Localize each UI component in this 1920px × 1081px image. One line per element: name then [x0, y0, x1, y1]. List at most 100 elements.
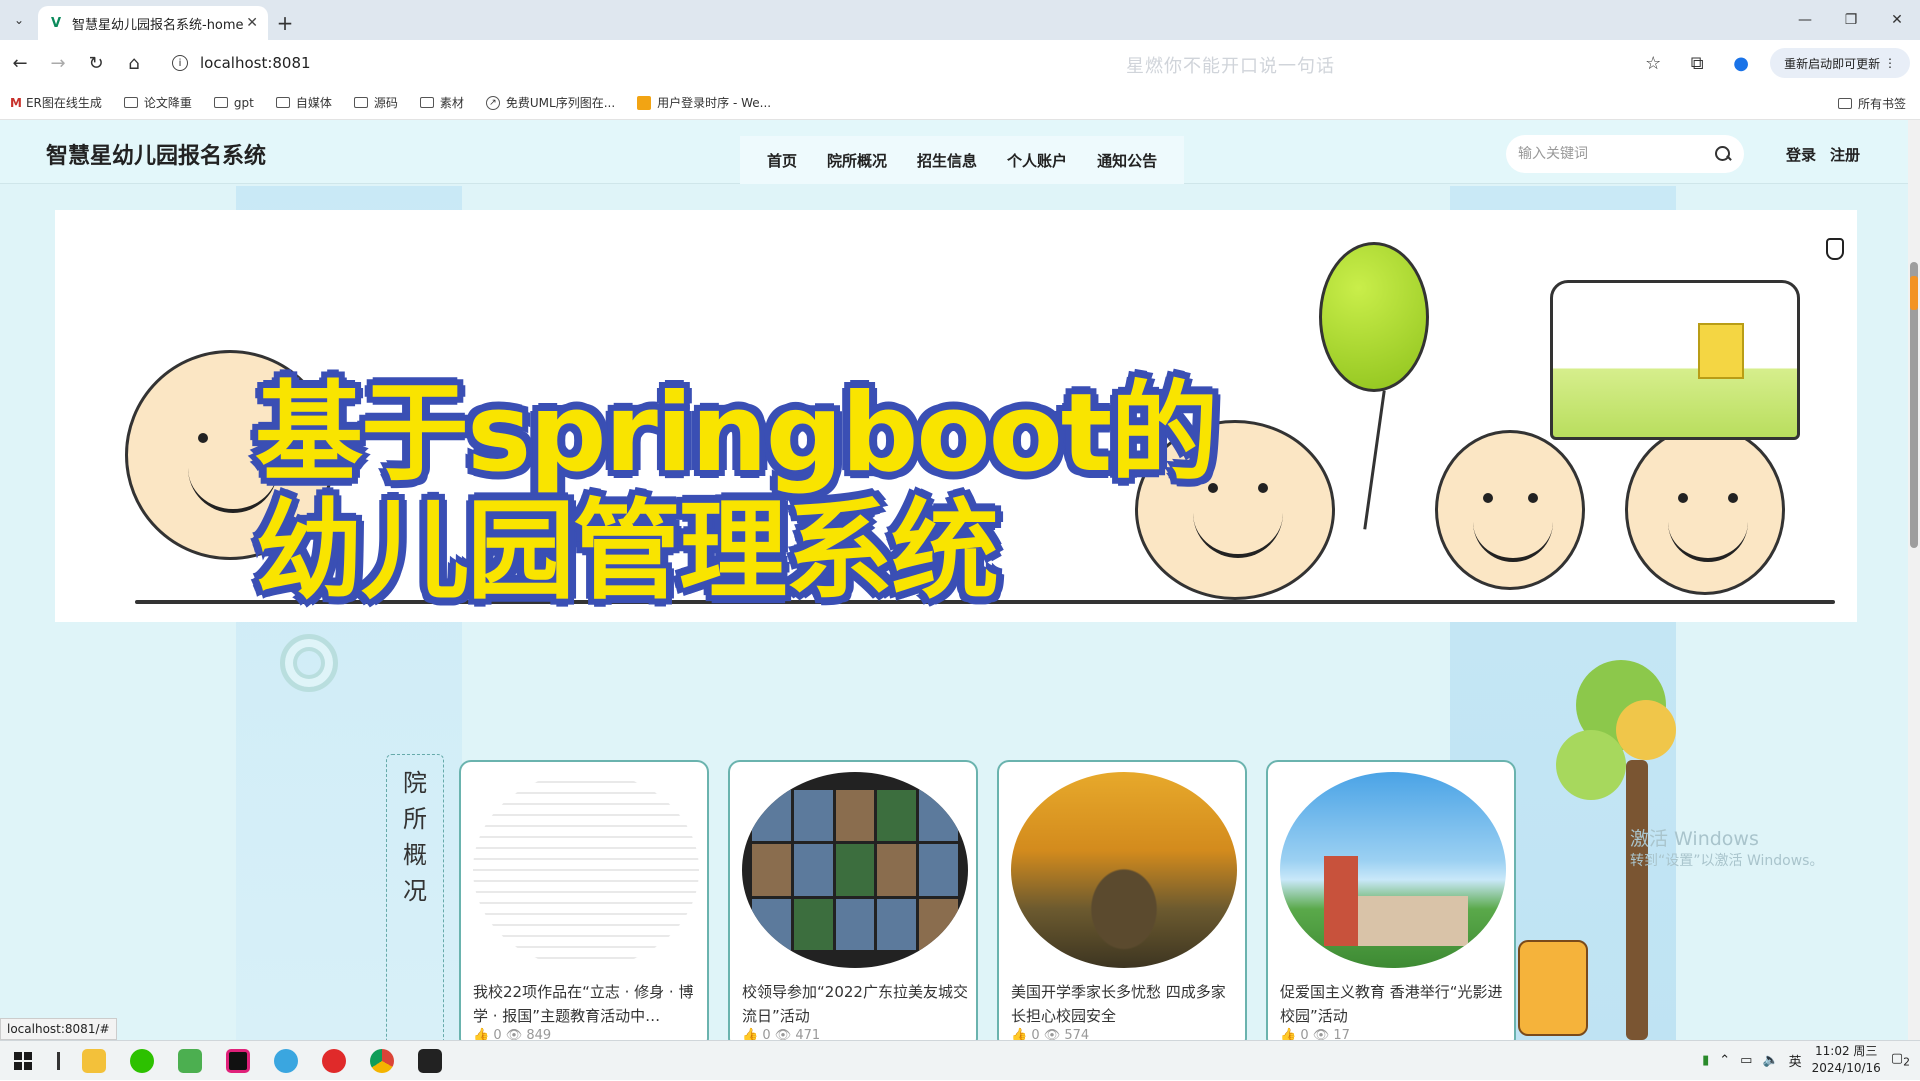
bookmark-label: 源码: [373, 96, 398, 110]
card-stats: 👍 0 👁 849: [473, 1028, 552, 1040]
bookmark-label: gpt: [233, 95, 254, 110]
taskbar-clock[interactable]: 11:02 周三 2024/10/16: [1812, 1043, 1881, 1077]
extensions-icon[interactable]: ⧉: [1682, 48, 1712, 78]
bookmark-folder[interactable]: 源码: [353, 94, 398, 111]
news-card[interactable]: 美国开学季家长多忧愁 四成多家长担心校园安全 👍 0 👁 574: [997, 760, 1247, 1040]
all-bookmarks-label: 所有书签: [1857, 96, 1906, 111]
bookmark-folder[interactable]: 素材: [419, 94, 464, 111]
reload-icon[interactable]: ↻: [78, 45, 114, 81]
activate-windows-title: 激活 Windows: [1630, 828, 1759, 850]
back-arrow-icon[interactable]: ←: [2, 45, 38, 81]
card-stats: 👍 0 👁 17: [1280, 1028, 1350, 1040]
minimize-icon[interactable]: —: [1782, 0, 1828, 40]
ime-indicator[interactable]: 英: [1789, 1051, 1802, 1070]
close-window-icon[interactable]: ✕: [1874, 0, 1920, 40]
register-link[interactable]: 注册: [1830, 144, 1860, 165]
intellij-icon[interactable]: [214, 1041, 262, 1081]
page-scrollbar[interactable]: [1908, 120, 1920, 1040]
banner-title-line1: 基于springboot的: [255, 371, 1218, 496]
clock-decoration: [1518, 940, 1588, 1036]
window-controls: — ❐ ✕: [1782, 0, 1920, 40]
file-explorer-icon[interactable]: [70, 1041, 118, 1081]
hero-banner[interactable]: 基于springboot的 幼儿园管理系统: [55, 210, 1857, 622]
windows-logo-icon: [14, 1051, 32, 1070]
hand-cursor-icon: [1826, 238, 1844, 260]
home-icon[interactable]: ⌂: [116, 45, 152, 81]
browser-tab-bar: ⌄ V 智慧星幼儿园报名系统-home ✕ +: [0, 0, 1920, 40]
bookmark-item[interactable]: 用户登录时序 - We...: [637, 94, 771, 111]
search-input[interactable]: [1518, 146, 1714, 162]
bookmark-label: 自媒体: [295, 96, 332, 110]
relaunch-update-button[interactable]: 重新启动即可更新 ⋮: [1770, 48, 1910, 78]
site-logo[interactable]: 智慧星幼儿园报名系统: [46, 138, 266, 170]
site-info-icon[interactable]: i: [172, 55, 188, 71]
browser-tab[interactable]: V 智慧星幼儿园报名系统-home ✕: [38, 6, 268, 40]
search-icon[interactable]: [1714, 145, 1732, 163]
bookmark-label: 免费UML序列图在...: [505, 96, 616, 110]
profile-avatar-icon[interactable]: ●: [1726, 48, 1756, 78]
news-card[interactable]: 促爱国主义教育 香港举行“光影进校园”活动 👍 0 👁 17: [1266, 760, 1516, 1040]
folder-icon: [1837, 97, 1852, 109]
volume-icon[interactable]: 🔈: [1762, 1053, 1778, 1068]
bookmark-folder[interactable]: 论文降重: [123, 94, 192, 111]
nav-home[interactable]: 首页: [752, 150, 812, 171]
banner-title-line2: 幼儿园管理系统: [255, 489, 999, 614]
section-label-char: 院: [403, 769, 427, 797]
card-title: 美国开学季家长多忧愁 四成多家长担心校园安全: [1011, 983, 1226, 1025]
tab-title: 智慧星幼儿园报名系统-home: [72, 17, 244, 33]
close-tab-icon[interactable]: ✕: [246, 15, 258, 31]
bookmark-item[interactable]: M ER图在线生成: [10, 94, 102, 111]
battery-icon[interactable]: ▮: [1702, 1053, 1709, 1068]
login-link[interactable]: 登录: [1786, 144, 1816, 165]
restore-icon[interactable]: ❐: [1828, 0, 1874, 40]
bookmarks-bar: M ER图在线生成 论文降重 gpt 自媒体 源码 素材 ↗ 免费UML序列图在..…: [0, 86, 1920, 120]
network-icon[interactable]: ▭: [1740, 1053, 1752, 1068]
scrollbar-highlight: [1910, 276, 1918, 310]
wechat-icon[interactable]: [118, 1041, 166, 1081]
chevron-up-icon[interactable]: ⌃: [1719, 1053, 1730, 1068]
vue-favicon-icon: V: [50, 15, 62, 31]
document-image: [473, 772, 699, 968]
url-field[interactable]: i localhost:8081: [160, 46, 1220, 80]
notification-icon[interactable]: ▢2: [1891, 1051, 1910, 1069]
card-stats: 👍 0 👁 574: [1011, 1028, 1090, 1040]
nav-notices[interactable]: 通知公告: [1082, 150, 1172, 171]
status-bar-url: localhost:8081/#: [0, 1018, 117, 1040]
chrome-icon[interactable]: [358, 1041, 406, 1081]
auth-links: 登录 注册: [1786, 144, 1860, 165]
bookmark-item[interactable]: ↗ 免费UML序列图在...: [485, 94, 616, 111]
terminal-icon[interactable]: [406, 1041, 454, 1081]
forward-arrow-icon[interactable]: →: [40, 45, 76, 81]
cartoon-kid-girl: [1435, 430, 1585, 590]
site-viewport: 智慧星幼儿园报名系统 首页 院所概况 招生信息 个人账户 通知公告 登录 注册: [0, 120, 1920, 1040]
bookmark-label: 用户登录时序 - We...: [657, 96, 772, 110]
task-view-icon[interactable]: [46, 1041, 70, 1081]
nav-account[interactable]: 个人账户: [992, 150, 1082, 171]
all-bookmarks-button[interactable]: 所有书签: [1837, 86, 1906, 120]
news-card[interactable]: 校领导参加“2022广东拉美友城交流日”活动 👍 0 👁 471: [728, 760, 978, 1040]
site-search: [1506, 135, 1744, 173]
edge-icon[interactable]: [262, 1041, 310, 1081]
bookmark-app-icon: [637, 95, 652, 110]
notepad-icon[interactable]: [166, 1041, 214, 1081]
netease-music-icon[interactable]: [310, 1041, 358, 1081]
nav-overview[interactable]: 院所概况: [812, 150, 902, 171]
balloon-illustration: [1319, 242, 1429, 392]
bookmark-label: ER图在线生成: [25, 96, 102, 110]
bookmark-folder[interactable]: 自媒体: [275, 94, 332, 111]
nav-enrollment[interactable]: 招生信息: [902, 150, 992, 171]
folder-icon: [275, 97, 290, 108]
card-title: 我校22项作品在“立志 · 修身 · 博学 · 报国”主题教育活动中…: [473, 983, 694, 1025]
clock-time: 11:02 周三: [1815, 1044, 1878, 1058]
bookmark-folder[interactable]: gpt: [213, 95, 254, 110]
start-button[interactable]: [0, 1041, 46, 1081]
folder-icon: [123, 97, 138, 108]
url-text: localhost:8081: [200, 54, 311, 72]
bookmark-label: 素材: [439, 96, 464, 110]
star-bookmark-icon[interactable]: ☆: [1638, 48, 1668, 78]
card-stats: 👍 0 👁 471: [742, 1028, 821, 1040]
new-tab-button[interactable]: +: [268, 6, 302, 40]
banner-title: 基于springboot的 幼儿园管理系统: [255, 371, 1218, 614]
news-card[interactable]: 我校22项作品在“立志 · 修身 · 博学 · 报国”主题教育活动中… 👍 0 …: [459, 760, 709, 1040]
tab-search-chevron-icon[interactable]: ⌄: [0, 0, 38, 40]
